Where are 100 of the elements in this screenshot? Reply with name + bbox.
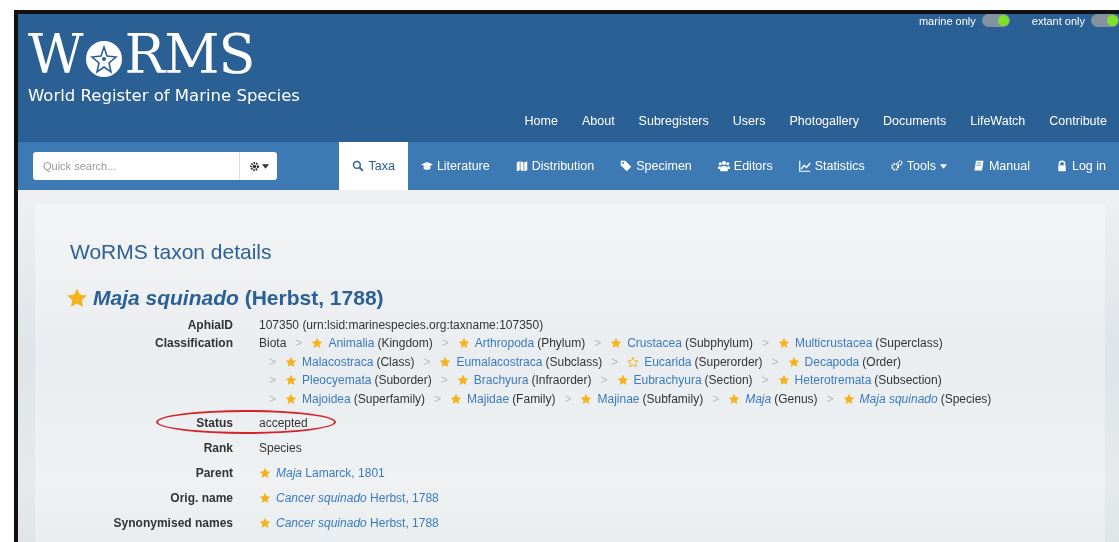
rank-text: (Phylum)	[537, 335, 586, 352]
nav-link[interactable]: Subregisters	[626, 114, 721, 128]
nav-link[interactable]: Documents	[870, 114, 959, 128]
nav-tab[interactable]: Specimen	[607, 142, 705, 190]
taxon-link[interactable]: Pleocyemata	[302, 371, 372, 390]
gears-icon	[890, 160, 903, 172]
sand-dollar-icon	[83, 39, 124, 79]
nav-link[interactable]: Home	[512, 114, 570, 128]
nav-tab[interactable]: Literature	[407, 142, 503, 190]
book-icon	[972, 160, 985, 172]
rank-text: (Suborder)	[374, 372, 432, 389]
rank-text: (Superorder)	[694, 353, 763, 371]
map-icon	[515, 160, 528, 172]
lock-icon	[1055, 160, 1068, 172]
gear-icon	[249, 160, 260, 172]
separator: >	[761, 372, 769, 389]
field-label: Orig. name	[169, 489, 233, 507]
rank-text: (Genus)	[774, 390, 818, 408]
settings-dropdown-button[interactable]	[239, 152, 278, 180]
separator: >	[826, 390, 834, 408]
taxon-link[interactable]: Eucarida	[644, 352, 692, 371]
field-label: AphiaID	[186, 317, 233, 334]
field-label: Parent	[194, 464, 233, 482]
users-icon	[717, 160, 730, 172]
rank-text: (Superfamily)	[353, 390, 426, 408]
search-icon	[352, 160, 365, 172]
separator: >	[441, 335, 449, 352]
rank-text: (Subphylum)	[684, 335, 753, 352]
rank-text: (Kingdom)	[377, 335, 433, 352]
taxon-link[interactable]: Eubrachyura	[633, 371, 702, 390]
separator: >	[423, 353, 431, 371]
field-label: Synonymised names	[112, 514, 233, 532]
nav-link[interactable]: Photogallery	[777, 114, 871, 128]
taxon-link[interactable]: Maja squinado	[859, 389, 938, 408]
separator: >	[269, 353, 276, 371]
field-value: Species	[259, 440, 302, 458]
nav-tab[interactable]: Editors	[704, 142, 786, 190]
star-icon	[259, 491, 271, 504]
nav-link[interactable]: Contribute	[1037, 114, 1119, 128]
field-value: accepted	[259, 415, 308, 433]
toggle-label: extant only	[1031, 14, 1085, 27]
separator: >	[611, 353, 619, 371]
separator: >	[564, 390, 572, 408]
taxon-link[interactable]: Animalia	[328, 334, 375, 353]
nav-tab[interactable]: Statistics	[785, 142, 878, 190]
nav-tab[interactable]: Tools	[877, 142, 960, 190]
rank-text: (Superclass)	[875, 335, 943, 352]
field-label: Classification	[153, 335, 233, 352]
rank-text: (Species)	[940, 390, 992, 408]
rank-text: (Subsection)	[874, 372, 942, 389]
nav-link[interactable]: LifeWatch	[958, 114, 1038, 128]
taxon-link[interactable]: Crustacea	[627, 334, 682, 353]
taxon-link[interactable]: Maja	[745, 389, 772, 408]
taxon-link[interactable]: Heterotremata	[794, 371, 872, 390]
taxon-name: Biota	[259, 335, 287, 352]
toggle-switch[interactable]	[1091, 14, 1119, 27]
separator: >	[771, 353, 779, 371]
search-field[interactable]: Quick search...	[33, 152, 240, 180]
taxon-link[interactable]: Brachyura	[473, 371, 529, 390]
taxon-link[interactable]: Malacostraca	[302, 352, 374, 371]
rank-text: (Family)	[512, 390, 556, 408]
nav-tab[interactable]: Manual	[959, 142, 1043, 190]
tag-icon	[620, 160, 633, 172]
page-heading: WoRMS taxon details	[70, 240, 273, 264]
separator: >	[712, 390, 720, 408]
separator: >	[269, 390, 276, 408]
nav-tab[interactable]: Log in	[1042, 142, 1119, 190]
separator: >	[600, 372, 608, 389]
rank-text: (Class)	[376, 353, 415, 371]
rank-text: (Subclass)	[545, 353, 603, 371]
logo-subtitle: World Register of Marine Species	[28, 86, 300, 105]
caret-icon	[262, 163, 269, 169]
toggle-label: marine only	[918, 14, 976, 27]
separator: >	[761, 335, 769, 352]
rank-text: (Subfamily)	[642, 390, 704, 408]
nav-link[interactable]: Users	[720, 114, 778, 128]
logo-text: RMS	[124, 26, 255, 84]
separator: >	[434, 390, 442, 408]
taxon-link[interactable]: Cancer squinado Herbst, 1788	[276, 513, 439, 532]
taxon-link[interactable]: Majinae	[597, 389, 640, 408]
line-chart-icon	[798, 160, 811, 172]
nav-tab[interactable]: Distribution	[502, 142, 608, 190]
field-label: Status	[195, 415, 233, 433]
nav-link[interactable]: About	[569, 114, 627, 128]
rank-text: (Section)	[704, 372, 753, 389]
logo-text: W	[28, 26, 83, 84]
nav-tab[interactable]: Taxa	[339, 142, 408, 190]
separator: >	[269, 372, 276, 389]
taxon-link[interactable]: Maja Lamarck, 1801	[276, 463, 385, 482]
rank-text: (Infraorder)	[531, 372, 592, 389]
taxon-link[interactable]: Majoidea	[302, 389, 351, 408]
taxon-link[interactable]: Majidae	[467, 389, 510, 408]
taxon-link[interactable]: Cancer squinado Herbst, 1788	[276, 488, 439, 507]
star-icon	[259, 466, 271, 479]
toggle-switch[interactable]	[981, 14, 1010, 27]
taxon-link[interactable]: Eumalacostraca	[456, 352, 543, 371]
taxon-link[interactable]: Arthropoda	[474, 334, 535, 353]
star-icon	[66, 287, 88, 309]
taxon-link[interactable]: Multicrustacea	[794, 334, 873, 353]
taxon-link[interactable]: Decapoda	[804, 352, 860, 371]
